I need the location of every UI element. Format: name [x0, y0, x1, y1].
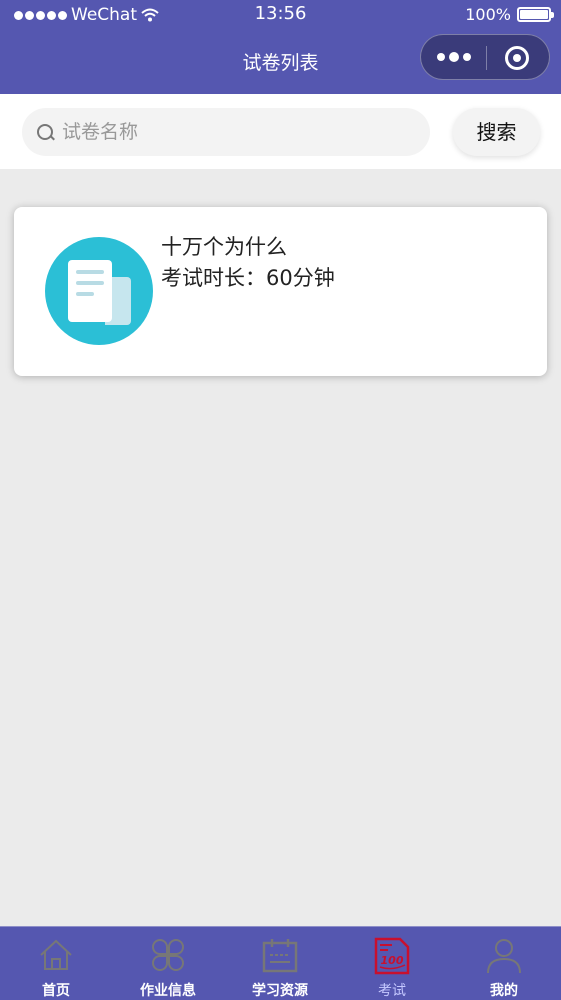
search-icon: [37, 124, 53, 140]
battery-percent: 100%: [465, 5, 511, 24]
capsule-divider: [486, 46, 487, 70]
tab-label: 我的: [490, 983, 518, 999]
tab-label: 首页: [42, 983, 70, 999]
status-bar: WeChat 13:56 100%: [0, 0, 561, 30]
paper-line: [76, 292, 94, 296]
home-icon: [40, 939, 72, 970]
tab-bar: 首页 作业信息 学习资源 100 考试 我的: [0, 926, 561, 1000]
tab-profile[interactable]: 我的: [448, 927, 560, 1000]
exam-title: 十万个为什么: [161, 235, 287, 259]
search-input[interactable]: [62, 108, 412, 156]
tab-label: 作业信息: [140, 983, 196, 999]
exam-paper-icon: 100: [374, 937, 410, 975]
svg-text:100: 100: [381, 954, 404, 967]
exam-card[interactable]: 十万个为什么 考试时长：60分钟: [14, 207, 547, 376]
exam-duration: 考试时长：60分钟: [161, 266, 335, 290]
search-button[interactable]: 搜索: [453, 108, 540, 156]
top-bar: WeChat 13:56 100% 试卷列表: [0, 0, 561, 94]
tab-label: 学习资源: [252, 983, 308, 999]
paper-line: [76, 270, 104, 274]
search-box[interactable]: [22, 108, 430, 156]
search-row: 搜索: [0, 94, 561, 169]
tab-homework[interactable]: 作业信息: [112, 927, 224, 1000]
grid-icon: [152, 939, 184, 971]
calendar-icon: [262, 939, 298, 973]
battery-info: 100%: [465, 5, 554, 24]
tab-label: 考试: [378, 983, 406, 999]
battery-icon: [517, 7, 554, 22]
user-icon: [487, 939, 521, 974]
more-options-button[interactable]: [437, 52, 471, 62]
paper-line: [76, 281, 104, 285]
exam-paper-icon: [45, 237, 153, 345]
tab-home[interactable]: 首页: [0, 927, 112, 1000]
mini-program-capsule: [420, 34, 550, 80]
tab-resources[interactable]: 学习资源: [224, 927, 336, 1000]
close-mini-program-icon[interactable]: [505, 46, 529, 70]
tab-exam[interactable]: 100 考试: [336, 927, 448, 1000]
